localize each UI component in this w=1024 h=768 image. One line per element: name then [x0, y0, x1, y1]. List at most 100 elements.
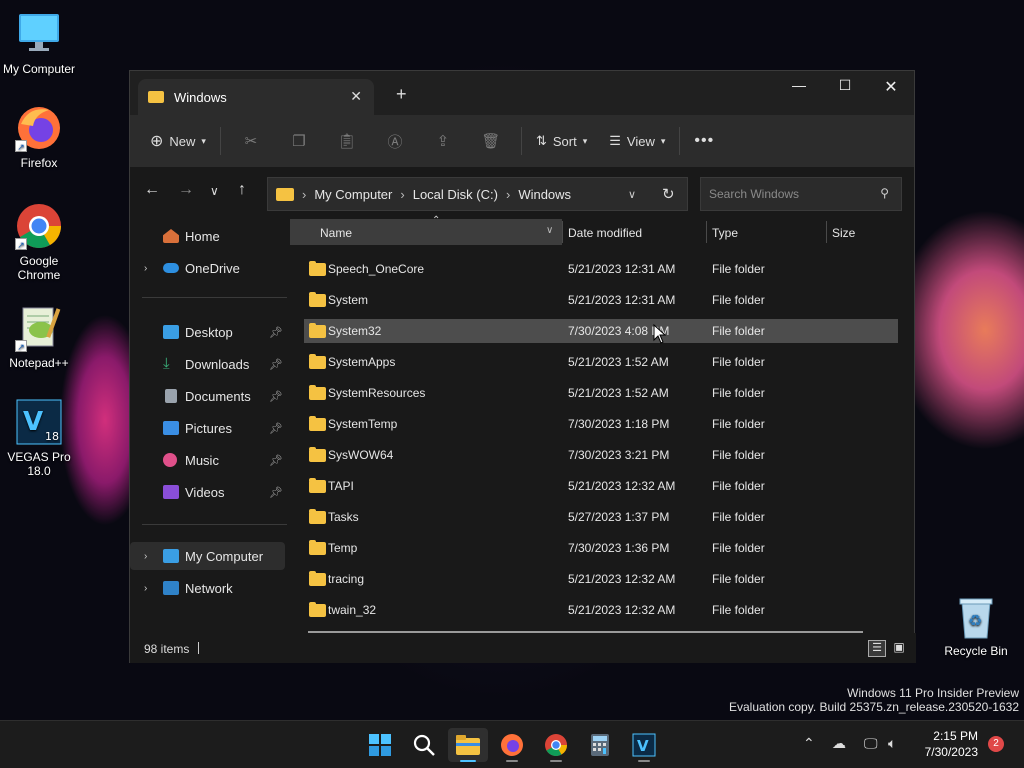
refresh-icon[interactable]: ↻: [662, 185, 675, 203]
copy-icon[interactable]: ❐: [275, 132, 323, 150]
column-divider[interactable]: [562, 221, 563, 243]
sort-icon: ⇅: [535, 133, 547, 148]
taskbar-chrome[interactable]: [536, 728, 576, 762]
column-divider[interactable]: [826, 221, 827, 243]
pin-icon[interactable]: 📌︎: [269, 454, 283, 467]
nav-item-network[interactable]: › Network: [130, 574, 285, 602]
nav-item-home[interactable]: Home: [130, 222, 285, 250]
back-arrow-icon[interactable]: ←: [144, 181, 160, 199]
mouse-cursor-icon: [653, 324, 667, 344]
nav-item-onedrive[interactable]: › OneDrive: [130, 254, 285, 282]
file-row[interactable]: Speech_OneCore 5/21/2023 12:31 AM File fol…: [304, 257, 898, 281]
notification-badge[interactable]: 2: [988, 736, 1004, 752]
file-row[interactable]: SystemApps 5/21/2023 1:52 AM File folder: [304, 350, 898, 374]
nav-item-desktop[interactable]: Desktop 📌︎: [130, 318, 285, 346]
more-options-button[interactable]: •••: [686, 125, 722, 157]
taskbar-vegas[interactable]: V: [624, 728, 664, 762]
pin-icon[interactable]: 📌︎: [269, 390, 283, 403]
expand-chevron-icon[interactable]: ›: [144, 551, 147, 562]
recent-chevron-icon[interactable]: ∨: [210, 184, 219, 198]
nav-label: Pictures: [185, 420, 232, 436]
nav-item-documents[interactable]: Documents 📌︎: [130, 382, 285, 410]
share-icon[interactable]: ⇪: [419, 132, 467, 150]
details-view-icon[interactable]: ☰: [868, 640, 886, 657]
minimize-button[interactable]: —: [776, 77, 822, 93]
desktop-icon-firefox[interactable]: ↗ Firefox: [0, 104, 78, 170]
column-header-date[interactable]: Date modified: [568, 226, 642, 240]
column-header-name[interactable]: ⌃ Name ∨: [290, 215, 562, 245]
pin-icon[interactable]: 📌︎: [269, 358, 283, 371]
file-explorer-window: Windows ✕ + — ☐ ✕ ⊕ New ▾ ✂ ❐ 📋︎ Ⓐ ⇪ 🗑︎ …: [129, 70, 916, 663]
column-dropdown-icon[interactable]: ∨: [546, 225, 553, 236]
desktop-icon-my-computer[interactable]: My Computer: [0, 10, 78, 76]
pin-icon[interactable]: 📌︎: [269, 326, 283, 339]
expand-chevron-icon[interactable]: ›: [144, 583, 147, 594]
nav-item-videos[interactable]: Videos 📌︎: [130, 478, 285, 506]
column-divider[interactable]: [706, 221, 707, 243]
breadcrumb-local-disk[interactable]: Local Disk (C:): [413, 187, 498, 202]
desktop-icon-notepadpp[interactable]: ↗ Notepad++: [0, 304, 78, 370]
nav-item-music[interactable]: Music 📌︎: [130, 446, 285, 474]
file-row[interactable]: System32 7/30/2023 4:08 PM File folder: [304, 319, 898, 343]
nav-item-pictures[interactable]: Pictures 📌︎: [130, 414, 285, 442]
system-clock[interactable]: 2:15 PM 7/30/2023: [918, 728, 978, 760]
onedrive-offline-icon[interactable]: ☁: [832, 735, 846, 752]
taskbar: V ⌃ ☁ 🖵︎ 🔈︎ 2:15 PM 7/30/2023: [0, 720, 1024, 768]
taskbar-firefox[interactable]: [492, 728, 532, 762]
delete-icon[interactable]: 🗑︎: [467, 132, 515, 150]
file-row[interactable]: tracing 5/21/2023 12:32 AM File folder: [304, 567, 898, 591]
paste-icon[interactable]: 📋︎: [323, 132, 371, 150]
sort-button[interactable]: ⇅ Sort ▾: [528, 125, 595, 157]
view-button[interactable]: ☰ View ▾: [601, 125, 673, 157]
file-row[interactable]: SystemResources 5/21/2023 1:52 AM File fol…: [304, 381, 898, 405]
file-row[interactable]: twain_32 5/21/2023 12:32 AM File folder: [304, 598, 898, 622]
music-icon: [163, 453, 177, 467]
pin-icon[interactable]: 📌︎: [269, 486, 283, 499]
nav-item-my-computer[interactable]: › My Computer: [130, 542, 285, 570]
maximize-button[interactable]: ☐: [822, 77, 868, 94]
file-row[interactable]: Temp 7/30/2023 1:36 PM File folder: [304, 536, 898, 560]
title-bar[interactable]: Windows ✕ + — ☐ ✕: [130, 71, 914, 115]
svg-text:V: V: [637, 737, 649, 755]
up-arrow-icon[interactable]: ↑: [238, 181, 246, 199]
column-header-type[interactable]: Type: [712, 226, 738, 240]
new-tab-button[interactable]: +: [396, 84, 407, 105]
network-status-icon[interactable]: 🖵︎: [864, 735, 878, 752]
start-button[interactable]: [360, 728, 400, 762]
file-row[interactable]: TAPI 5/21/2023 12:32 AM File folder: [304, 474, 898, 498]
file-row[interactable]: SysWOW64 7/30/2023 3:21 PM File folder: [304, 443, 898, 467]
pin-icon[interactable]: 📌︎: [269, 422, 283, 435]
tab-windows[interactable]: Windows ✕: [138, 79, 374, 115]
search-input[interactable]: Search Windows ⚲: [700, 177, 902, 211]
volume-icon[interactable]: 🔈︎: [888, 735, 896, 752]
taskbar-calculator[interactable]: [580, 728, 620, 762]
file-row[interactable]: Tasks 5/27/2023 1:37 PM File folder: [304, 505, 898, 529]
watermark-line-1: Windows 11 Pro Insider Preview: [847, 686, 1019, 700]
close-window-button[interactable]: ✕: [868, 77, 914, 97]
taskbar-file-explorer[interactable]: [448, 728, 488, 762]
breadcrumb-my-computer[interactable]: My Computer: [314, 187, 392, 202]
address-dropdown-icon[interactable]: ∨: [628, 188, 636, 201]
nav-item-downloads[interactable]: ⤓ Downloads 📌︎: [130, 350, 285, 378]
search-icon: ⚲: [880, 186, 889, 200]
desktop-icon-label: Google Chrome: [17, 254, 61, 282]
chevron-down-icon: ▾: [201, 135, 206, 146]
tiles-view-icon[interactable]: ▣: [890, 640, 908, 657]
close-tab-icon[interactable]: ✕: [350, 88, 362, 105]
search-button[interactable]: [404, 728, 444, 762]
new-button[interactable]: ⊕ New ▾: [142, 125, 214, 157]
file-type: File folder: [712, 510, 765, 524]
file-row[interactable]: SystemTemp 7/30/2023 1:18 PM File folder: [304, 412, 898, 436]
cut-icon[interactable]: ✂: [227, 132, 275, 150]
rename-icon[interactable]: Ⓐ: [371, 131, 419, 152]
address-bar[interactable]: › My Computer › Local Disk (C:) › Window…: [267, 177, 688, 211]
forward-arrow-icon[interactable]: →: [178, 181, 194, 199]
desktop-icon-recycle-bin[interactable]: ♻ Recycle Bin: [940, 596, 1012, 658]
breadcrumb-windows[interactable]: Windows: [518, 187, 571, 202]
desktop-icon-vegas[interactable]: V 18 VEGAS Pro 18.0: [0, 398, 78, 478]
desktop-icon-chrome[interactable]: ↗ Google Chrome: [0, 202, 78, 282]
column-header-size[interactable]: Size: [832, 226, 855, 240]
show-hidden-icons-chevron[interactable]: ⌃: [803, 735, 815, 752]
expand-chevron-icon[interactable]: ›: [144, 263, 147, 274]
file-row[interactable]: System 5/21/2023 12:31 AM File folder: [304, 288, 898, 312]
